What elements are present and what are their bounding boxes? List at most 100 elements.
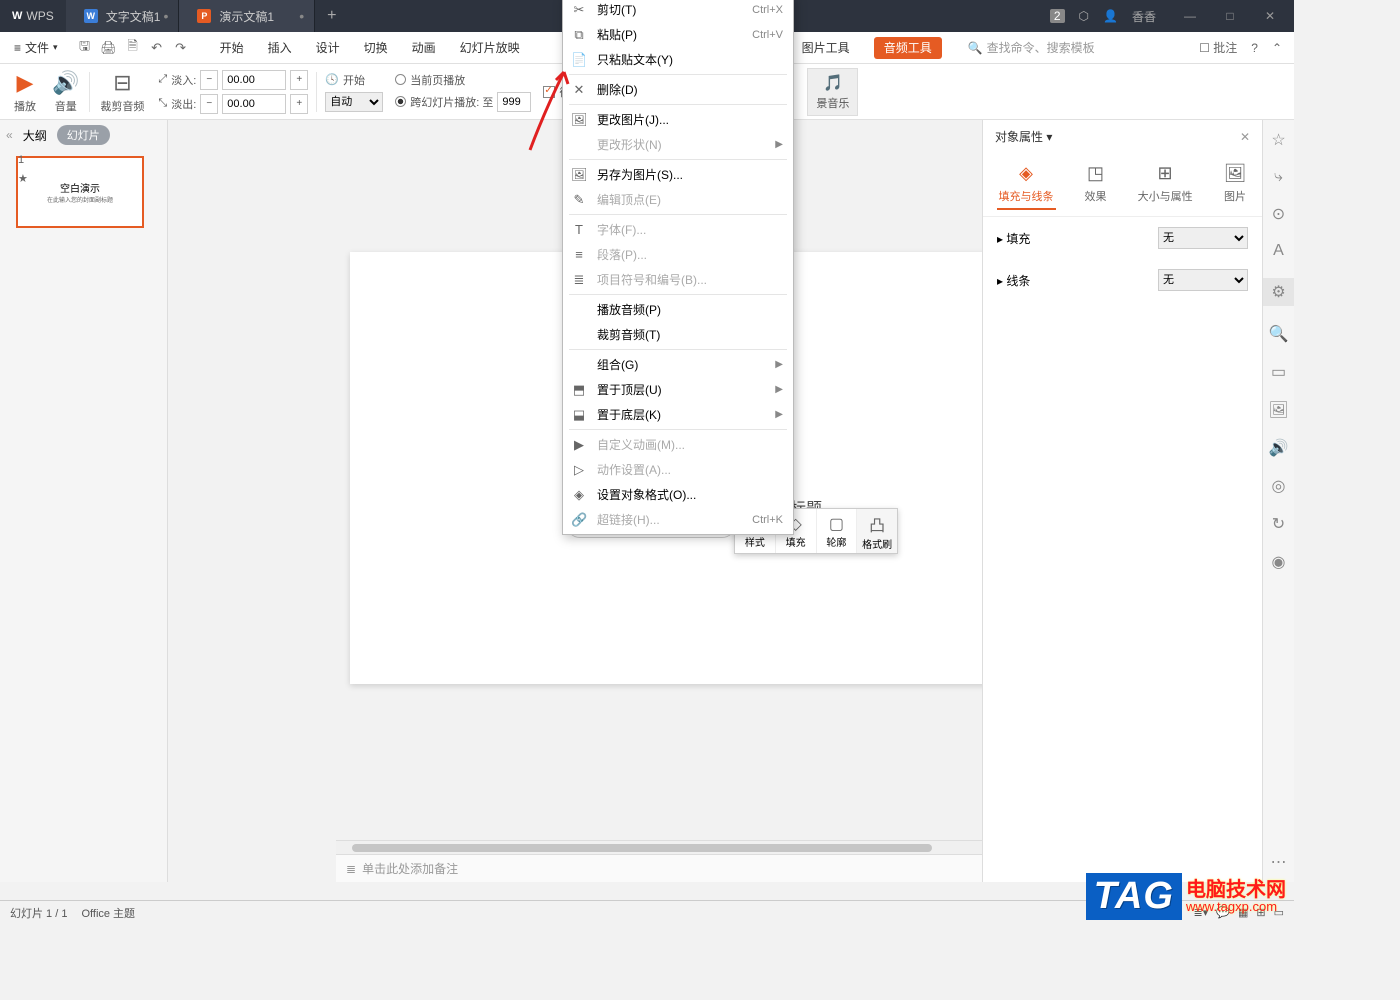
- notification-badge[interactable]: 2: [1050, 9, 1065, 23]
- slides-tab[interactable]: 幻灯片: [57, 125, 110, 145]
- hamburger-icon: ≡: [14, 41, 21, 55]
- tab-audio-tools[interactable]: 音频工具: [862, 32, 954, 64]
- fill-select[interactable]: 无: [1158, 227, 1248, 249]
- fill-section[interactable]: ▸ 填充 无: [983, 217, 1262, 259]
- current-page-radio[interactable]: 当前页播放: [395, 72, 531, 88]
- file-menu[interactable]: ≡ 文件 ▾: [4, 39, 68, 56]
- fill-icon: ◈: [1019, 163, 1033, 184]
- mini-format-painter[interactable]: 凸格式刷: [857, 509, 897, 553]
- tab-transition[interactable]: 切换: [352, 32, 400, 64]
- collapse-ribbon-icon[interactable]: ⌃: [1272, 41, 1282, 55]
- fadein-input[interactable]: [222, 70, 286, 90]
- prop-tab-effect[interactable]: ◳效果: [1083, 159, 1109, 210]
- line-select[interactable]: 无: [1158, 269, 1248, 291]
- strip-icon-7[interactable]: 🖼: [1268, 400, 1288, 420]
- tab-start[interactable]: 开始: [208, 32, 256, 64]
- ctx-item: ≣项目符号和编号(B)...: [563, 267, 793, 292]
- redo-icon[interactable]: ↷: [170, 37, 192, 59]
- fadeout-input[interactable]: [222, 94, 286, 114]
- ctx-item[interactable]: 🖼更改图片(J)...: [563, 107, 793, 132]
- doc-tab-2[interactable]: P 演示文稿1 •: [179, 0, 315, 32]
- collapse-panel-icon[interactable]: «: [6, 128, 13, 142]
- comments-button[interactable]: ☐ 批注: [1199, 39, 1237, 56]
- tab-close-icon[interactable]: •: [299, 8, 304, 24]
- ctx-item[interactable]: ◈设置对象格式(O)...: [563, 482, 793, 507]
- undo-icon[interactable]: ↶: [146, 37, 168, 59]
- user-name[interactable]: 香香: [1132, 8, 1156, 25]
- strip-icon-6[interactable]: ▭: [1271, 362, 1286, 382]
- print-preview-icon[interactable]: 🗎: [122, 37, 144, 59]
- cross-slide-radio[interactable]: 跨幻灯片播放: 至: [395, 92, 531, 112]
- size-icon: ⊞: [1158, 163, 1173, 184]
- panel-close-icon[interactable]: ✕: [1240, 130, 1250, 144]
- play-icon: ▶: [17, 70, 34, 96]
- ctx-item[interactable]: 📄只粘贴文本(Y): [563, 47, 793, 72]
- ctx-item[interactable]: 组合(G)▶: [563, 352, 793, 377]
- maximize-button[interactable]: □: [1210, 0, 1250, 32]
- strip-icon-8[interactable]: 🔊: [1269, 438, 1289, 458]
- fadein-minus[interactable]: −: [200, 70, 218, 90]
- ctx-item: ▷动作设置(A)...: [563, 457, 793, 482]
- strip-icon-2[interactable]: ⤷: [1274, 168, 1283, 186]
- fadein-plus[interactable]: +: [290, 70, 308, 90]
- minimize-button[interactable]: —: [1170, 0, 1210, 32]
- prop-tab-size[interactable]: ⊞大小与属性: [1136, 159, 1195, 210]
- strip-icon-5[interactable]: 🔍: [1269, 324, 1289, 344]
- slide-thumbnail[interactable]: 空白演示 在此输入您的封面副标题: [16, 156, 144, 228]
- app-logo: W WPS: [0, 9, 66, 23]
- outline-tab[interactable]: 大纲: [23, 127, 47, 144]
- strip-icon-3[interactable]: ⊙: [1272, 204, 1285, 224]
- search-icon: 🔍: [968, 41, 983, 55]
- cross-slide-input[interactable]: [497, 92, 531, 112]
- ctx-item: 🔗超链接(H)...Ctrl+K: [563, 507, 793, 532]
- mini-outline[interactable]: ▢轮廓: [817, 509, 858, 553]
- ctx-item[interactable]: ✕删除(D): [563, 77, 793, 102]
- strip-more-icon[interactable]: ⋯: [1271, 852, 1287, 872]
- bg-music-button[interactable]: 🎵 景音乐: [807, 68, 858, 116]
- ctx-item[interactable]: ⧉粘贴(P)Ctrl+V: [563, 22, 793, 47]
- strip-icon-1[interactable]: ☆: [1271, 130, 1285, 150]
- play-button[interactable]: ▶ 播放: [6, 70, 44, 114]
- strip-icon-11[interactable]: ◉: [1272, 552, 1286, 572]
- ctx-item[interactable]: ⬓置于底层(K)▶: [563, 402, 793, 427]
- fadeout-plus[interactable]: +: [290, 94, 308, 114]
- tab-design[interactable]: 设计: [304, 32, 352, 64]
- skin-icon[interactable]: ⬡: [1079, 9, 1089, 23]
- strip-icon-9[interactable]: ◎: [1272, 476, 1286, 496]
- user-avatar-icon[interactable]: 👤: [1103, 9, 1118, 23]
- help-icon[interactable]: ?: [1251, 41, 1258, 55]
- tab-animation[interactable]: 动画: [400, 32, 448, 64]
- strip-icon-4[interactable]: A: [1273, 242, 1284, 260]
- line-section[interactable]: ▸ 线条 无: [983, 259, 1262, 301]
- fadeout-minus[interactable]: −: [200, 94, 218, 114]
- prop-tab-fill[interactable]: ◈填充与线条: [997, 159, 1056, 210]
- ctx-item: ▶自定义动画(M)...: [563, 432, 793, 457]
- tab-slideshow[interactable]: 幻灯片放映: [448, 32, 532, 64]
- command-search[interactable]: 🔍 查找命令、搜索模板: [968, 39, 1095, 56]
- close-window-button[interactable]: ✕: [1250, 0, 1290, 32]
- ctx-item[interactable]: 🖼另存为图片(S)...: [563, 162, 793, 187]
- tab-picture-tools[interactable]: 图片工具: [790, 32, 862, 64]
- add-tab-button[interactable]: +: [315, 7, 348, 25]
- ctx-item[interactable]: ⬒置于顶层(U)▶: [563, 377, 793, 402]
- tab-insert[interactable]: 插入: [256, 32, 304, 64]
- volume-button[interactable]: 🔊 音量: [44, 70, 87, 114]
- ctx-item[interactable]: 裁剪音频(T): [563, 322, 793, 347]
- tab-close-icon[interactable]: •: [164, 8, 169, 24]
- start-mode-select[interactable]: 自动: [325, 92, 383, 112]
- ppt-doc-icon: P: [197, 9, 211, 23]
- brush-icon: 凸: [869, 512, 885, 536]
- ctx-item[interactable]: 播放音频(P): [563, 297, 793, 322]
- ctx-item[interactable]: ✂剪切(T)Ctrl+X: [563, 0, 793, 22]
- doc-tab-1[interactable]: W 文字文稿1 •: [66, 0, 180, 32]
- strip-icon-active[interactable]: ⚙: [1263, 278, 1294, 306]
- theme-name: Office 主题: [81, 905, 135, 921]
- ctx-item: ✎编辑顶点(E): [563, 187, 793, 212]
- word-doc-icon: W: [84, 9, 98, 23]
- print-icon[interactable]: 🖨: [98, 37, 120, 59]
- prop-tab-picture[interactable]: 🖼图片: [1222, 159, 1249, 210]
- trim-audio-button[interactable]: ⊟ 裁剪音频: [92, 70, 152, 114]
- strip-icon-10[interactable]: ↻: [1272, 514, 1285, 534]
- ctx-item: 更改形状(N)▶: [563, 132, 793, 157]
- save-icon[interactable]: 🖫: [74, 37, 96, 59]
